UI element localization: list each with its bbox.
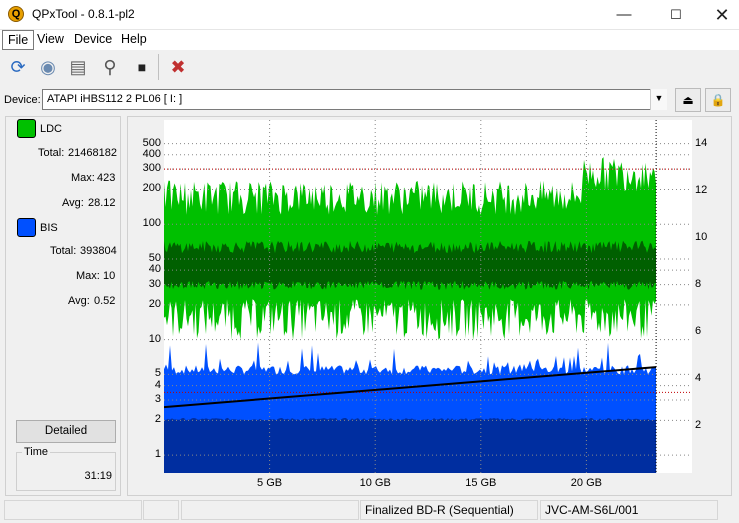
time-value: 31:19 — [84, 470, 112, 482]
lock-icon: 🔒 — [710, 93, 726, 107]
y-left-tick-label: 1 — [154, 448, 161, 461]
y-right-tick-label: 6 — [695, 324, 702, 337]
y-left-tick-label: 200 — [142, 182, 161, 195]
device-label: Device: — [4, 94, 41, 106]
x-tick-label: 15 GB — [465, 477, 497, 489]
x-tick-label: 10 GB — [359, 477, 391, 489]
y-right-tick-label: 4 — [695, 371, 702, 384]
window-title: QPxTool - 0.8.1-pl2 — [32, 7, 135, 21]
chevron-down-icon[interactable]: ▼ — [650, 89, 667, 110]
bis-max-label: Max: — [76, 270, 100, 282]
status-cell-2 — [143, 500, 179, 520]
y-left-tick-label: 2 — [154, 413, 161, 426]
bis-max-value: 10 — [103, 270, 116, 282]
menu-device[interactable]: Device — [69, 30, 117, 50]
status-cell-3 — [181, 500, 359, 520]
ldc-label: LDC — [40, 123, 63, 135]
y-left-tick-label: 50 — [148, 251, 161, 264]
x-tick-label: 5 GB — [257, 477, 283, 489]
maximize-icon[interactable]: ☐ — [653, 0, 699, 30]
y-left-tick-label: 300 — [142, 162, 161, 175]
status-cell-1 — [4, 500, 142, 520]
y-left-tick-label: 10 — [148, 332, 161, 345]
eject-icon: ⏏ — [682, 93, 694, 107]
menu-help[interactable]: Help — [116, 30, 152, 50]
time-label: Time — [22, 446, 51, 458]
stop-icon[interactable]: ■ — [128, 53, 156, 81]
bis-label: BIS — [40, 222, 58, 234]
menu-file[interactable]: File — [2, 30, 35, 50]
bis-dark-band — [164, 417, 657, 473]
lock-button[interactable]: 🔒 — [705, 88, 731, 112]
scan-icon[interactable]: ⚲ — [96, 53, 124, 81]
bis-total-value: 393804 — [80, 245, 117, 257]
bis-color-swatch — [17, 218, 36, 237]
y-left-tick-label: 500 — [142, 136, 161, 149]
ldc-avg-value: 28.12 — [88, 197, 116, 209]
ldc-avg-label: Avg: — [62, 197, 84, 209]
refresh-icon[interactable]: ⟳ — [4, 53, 32, 81]
minimize-icon[interactable]: — — [601, 0, 647, 30]
ldc-bis-chart — [164, 120, 692, 473]
y-left-tick-label: 4 — [154, 378, 161, 391]
y-left-tick-label: 3 — [154, 393, 161, 406]
disc-info-icon[interactable]: ◉ — [34, 53, 62, 81]
toolbar-separator — [158, 54, 159, 80]
media-id-status: JVC-AM-S6L/001 — [540, 500, 718, 520]
ldc-max-label: Max: — [71, 172, 95, 184]
y-right-tick-label: 12 — [695, 183, 708, 196]
ldc-color-swatch — [17, 119, 36, 138]
close-icon[interactable]: ✕ — [699, 0, 739, 30]
eject-button[interactable]: ⏏ — [675, 88, 701, 112]
y-right-tick-label: 2 — [695, 418, 702, 431]
y-left-tick-label: 100 — [142, 217, 161, 230]
ldc-total-label: Total: — [38, 147, 65, 159]
drive-icon[interactable]: ▤ — [64, 53, 92, 81]
device-select[interactable]: ATAPI iHBS112 2 PL06 [ I: ] — [42, 89, 667, 110]
y-left-tick-label: 400 — [142, 147, 161, 160]
ldc-total-value: 21468182 — [68, 147, 117, 159]
qpxtool-app-icon: Q — [8, 6, 24, 22]
y-left-tick-label: 40 — [148, 263, 161, 276]
y-right-tick-label: 8 — [695, 277, 702, 290]
y-left-tick-label: 30 — [148, 277, 161, 290]
settings-tools-icon[interactable]: ✖ — [164, 53, 192, 81]
bis-total-label: Total: — [50, 245, 77, 257]
menu-view[interactable]: View — [32, 30, 69, 50]
y-right-tick-label: 14 — [695, 136, 708, 149]
detailed-button[interactable]: Detailed — [16, 420, 116, 443]
bis-avg-label: Avg: — [68, 295, 90, 307]
disc-type-status: Finalized BD-R (Sequential) — [360, 500, 538, 520]
ldc-max-value: 423 — [97, 172, 116, 184]
y-left-tick-label: 5 — [154, 367, 161, 380]
y-right-tick-label: 10 — [695, 230, 708, 243]
y-left-tick-label: 20 — [148, 297, 161, 310]
bis-avg-value: 0.52 — [94, 295, 116, 307]
x-tick-label: 20 GB — [570, 477, 602, 489]
